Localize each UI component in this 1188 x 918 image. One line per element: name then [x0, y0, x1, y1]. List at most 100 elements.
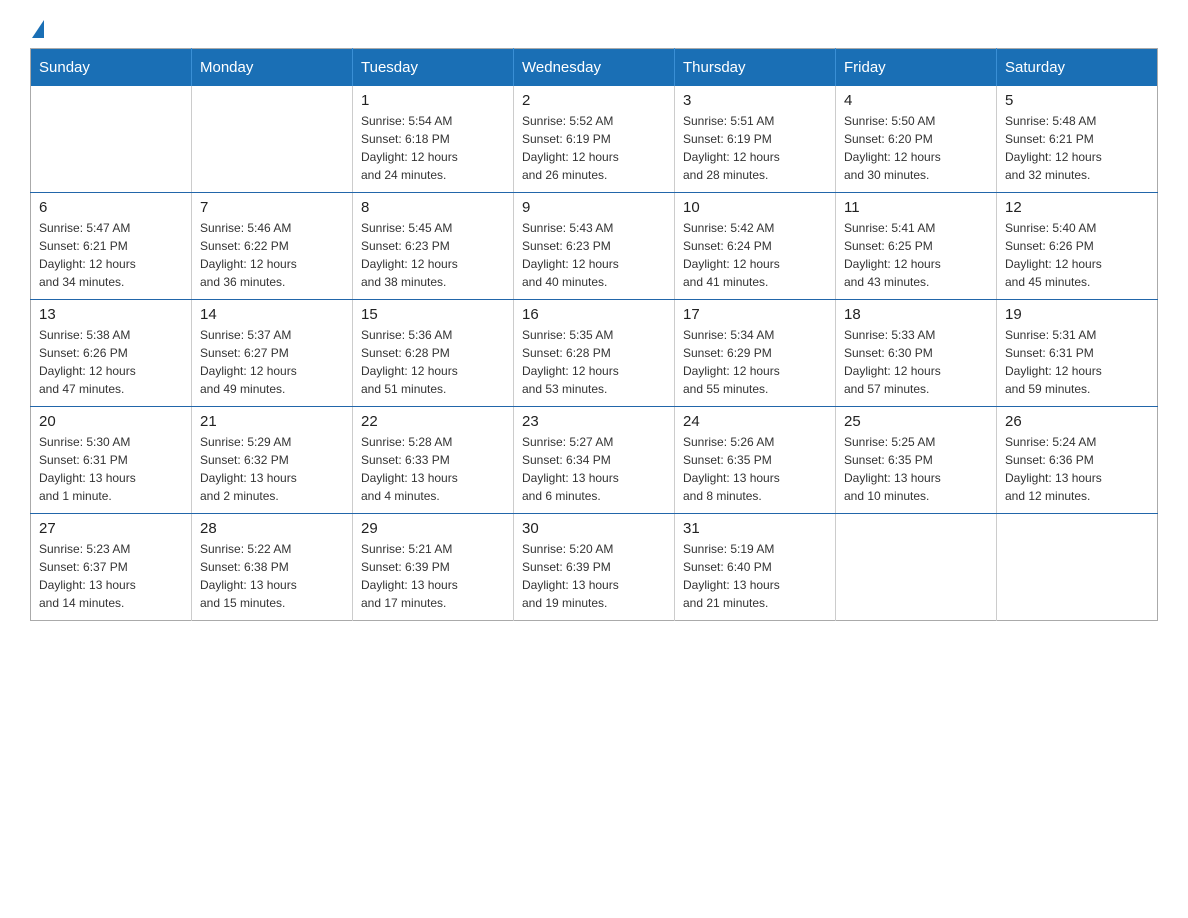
day-number: 22 [361, 413, 505, 430]
weekday-header-thursday: Thursday [675, 49, 836, 87]
day-number: 1 [361, 92, 505, 109]
calendar-cell: 6 Sunrise: 5:47 AM Sunset: 6:21 PM Daylig… [31, 193, 192, 300]
day-info: Sunrise: 5:38 AM Sunset: 6:26 PM Dayligh… [39, 326, 183, 398]
calendar-cell: 23Sunrise: 5:27 AM Sunset: 6:34 PM Dayli… [514, 407, 675, 514]
day-number: 21 [200, 413, 344, 430]
day-info: Sunrise: 5:47 AM Sunset: 6:21 PM Dayligh… [39, 219, 183, 291]
day-number: 20 [39, 413, 183, 430]
calendar-body: 1 Sunrise: 5:54 AM Sunset: 6:18 PM Daylig… [31, 86, 1158, 621]
day-number: 27 [39, 520, 183, 537]
day-number: 10 [683, 199, 827, 216]
day-info: Sunrise: 5:34 AM Sunset: 6:29 PM Dayligh… [683, 326, 827, 398]
logo-area [30, 20, 46, 38]
calendar-cell: 3 Sunrise: 5:51 AM Sunset: 6:19 PM Daylig… [675, 86, 836, 193]
day-number: 29 [361, 520, 505, 537]
calendar-cell: 10Sunrise: 5:42 AM Sunset: 6:24 PM Dayli… [675, 193, 836, 300]
day-number: 25 [844, 413, 988, 430]
day-number: 12 [1005, 199, 1149, 216]
calendar-cell: 8Sunrise: 5:45 AM Sunset: 6:23 PM Daylig… [353, 193, 514, 300]
day-number: 24 [683, 413, 827, 430]
calendar-cell: 16 Sunrise: 5:35 AM Sunset: 6:28 PM Dayli… [514, 300, 675, 407]
logo [30, 20, 46, 38]
day-number: 30 [522, 520, 666, 537]
calendar-cell: 18 Sunrise: 5:33 AM Sunset: 6:30 PM Dayli… [836, 300, 997, 407]
day-info: Sunrise: 5:54 AM Sunset: 6:18 PM Dayligh… [361, 112, 505, 184]
calendar-cell [192, 86, 353, 193]
calendar-cell: 19Sunrise: 5:31 AM Sunset: 6:31 PM Dayli… [997, 300, 1158, 407]
day-number: 31 [683, 520, 827, 537]
calendar-cell: 21 Sunrise: 5:29 AM Sunset: 6:32 PM Dayli… [192, 407, 353, 514]
page-header [30, 20, 1158, 38]
calendar-week-row: 1 Sunrise: 5:54 AM Sunset: 6:18 PM Daylig… [31, 86, 1158, 193]
calendar-cell: 7 Sunrise: 5:46 AM Sunset: 6:22 PM Daylig… [192, 193, 353, 300]
calendar-cell: 13 Sunrise: 5:38 AM Sunset: 6:26 PM Dayli… [31, 300, 192, 407]
day-info: Sunrise: 5:33 AM Sunset: 6:30 PM Dayligh… [844, 326, 988, 398]
calendar-cell: 9 Sunrise: 5:43 AM Sunset: 6:23 PM Daylig… [514, 193, 675, 300]
day-number: 14 [200, 306, 344, 323]
calendar-header: SundayMondayTuesdayWednesdayThursdayFrid… [31, 49, 1158, 87]
day-info: Sunrise: 5:22 AM Sunset: 6:38 PM Dayligh… [200, 540, 344, 612]
day-info: Sunrise: 5:50 AM Sunset: 6:20 PM Dayligh… [844, 112, 988, 184]
day-info: Sunrise: 5:48 AM Sunset: 6:21 PM Dayligh… [1005, 112, 1149, 184]
day-info: Sunrise: 5:46 AM Sunset: 6:22 PM Dayligh… [200, 219, 344, 291]
day-number: 4 [844, 92, 988, 109]
calendar-cell [836, 514, 997, 621]
day-info: Sunrise: 5:21 AM Sunset: 6:39 PM Dayligh… [361, 540, 505, 612]
day-number: 15 [361, 306, 505, 323]
day-info: Sunrise: 5:24 AM Sunset: 6:36 PM Dayligh… [1005, 433, 1149, 505]
day-number: 6 [39, 199, 183, 216]
calendar-cell: 29 Sunrise: 5:21 AM Sunset: 6:39 PM Dayli… [353, 514, 514, 621]
calendar-cell: 11Sunrise: 5:41 AM Sunset: 6:25 PM Dayli… [836, 193, 997, 300]
calendar-cell: 25Sunrise: 5:25 AM Sunset: 6:35 PM Dayli… [836, 407, 997, 514]
day-number: 28 [200, 520, 344, 537]
day-info: Sunrise: 5:35 AM Sunset: 6:28 PM Dayligh… [522, 326, 666, 398]
calendar-cell: 4 Sunrise: 5:50 AM Sunset: 6:20 PM Daylig… [836, 86, 997, 193]
weekday-header-friday: Friday [836, 49, 997, 87]
day-number: 8 [361, 199, 505, 216]
day-number: 3 [683, 92, 827, 109]
calendar-cell: 28 Sunrise: 5:22 AM Sunset: 6:38 PM Dayli… [192, 514, 353, 621]
day-number: 19 [1005, 306, 1149, 323]
day-info: Sunrise: 5:43 AM Sunset: 6:23 PM Dayligh… [522, 219, 666, 291]
day-number: 9 [522, 199, 666, 216]
day-number: 13 [39, 306, 183, 323]
weekday-header-saturday: Saturday [997, 49, 1158, 87]
calendar-cell: 27Sunrise: 5:23 AM Sunset: 6:37 PM Dayli… [31, 514, 192, 621]
weekday-header-sunday: Sunday [31, 49, 192, 87]
calendar-cell: 22 Sunrise: 5:28 AM Sunset: 6:33 PM Dayli… [353, 407, 514, 514]
calendar-cell: 1 Sunrise: 5:54 AM Sunset: 6:18 PM Daylig… [353, 86, 514, 193]
day-number: 2 [522, 92, 666, 109]
day-info: Sunrise: 5:51 AM Sunset: 6:19 PM Dayligh… [683, 112, 827, 184]
calendar-cell: 15 Sunrise: 5:36 AM Sunset: 6:28 PM Dayli… [353, 300, 514, 407]
day-number: 17 [683, 306, 827, 323]
day-info: Sunrise: 5:28 AM Sunset: 6:33 PM Dayligh… [361, 433, 505, 505]
day-number: 16 [522, 306, 666, 323]
weekday-header-wednesday: Wednesday [514, 49, 675, 87]
weekday-header-tuesday: Tuesday [353, 49, 514, 87]
calendar-cell: 26 Sunrise: 5:24 AM Sunset: 6:36 PM Dayli… [997, 407, 1158, 514]
calendar-cell [31, 86, 192, 193]
calendar-cell: 24Sunrise: 5:26 AM Sunset: 6:35 PM Dayli… [675, 407, 836, 514]
day-info: Sunrise: 5:36 AM Sunset: 6:28 PM Dayligh… [361, 326, 505, 398]
day-info: Sunrise: 5:20 AM Sunset: 6:39 PM Dayligh… [522, 540, 666, 612]
day-number: 26 [1005, 413, 1149, 430]
calendar-cell: 20 Sunrise: 5:30 AM Sunset: 6:31 PM Dayli… [31, 407, 192, 514]
day-info: Sunrise: 5:30 AM Sunset: 6:31 PM Dayligh… [39, 433, 183, 505]
day-number: 23 [522, 413, 666, 430]
calendar-cell: 12 Sunrise: 5:40 AM Sunset: 6:26 PM Dayli… [997, 193, 1158, 300]
day-number: 5 [1005, 92, 1149, 109]
day-info: Sunrise: 5:29 AM Sunset: 6:32 PM Dayligh… [200, 433, 344, 505]
weekday-header-monday: Monday [192, 49, 353, 87]
day-number: 18 [844, 306, 988, 323]
calendar-cell: 5 Sunrise: 5:48 AM Sunset: 6:21 PM Daylig… [997, 86, 1158, 193]
calendar-cell: 2 Sunrise: 5:52 AM Sunset: 6:19 PM Daylig… [514, 86, 675, 193]
day-info: Sunrise: 5:40 AM Sunset: 6:26 PM Dayligh… [1005, 219, 1149, 291]
day-number: 7 [200, 199, 344, 216]
calendar-week-row: 20 Sunrise: 5:30 AM Sunset: 6:31 PM Dayli… [31, 407, 1158, 514]
day-info: Sunrise: 5:37 AM Sunset: 6:27 PM Dayligh… [200, 326, 344, 398]
calendar-cell: 14 Sunrise: 5:37 AM Sunset: 6:27 PM Dayli… [192, 300, 353, 407]
day-info: Sunrise: 5:52 AM Sunset: 6:19 PM Dayligh… [522, 112, 666, 184]
logo-triangle-icon [32, 20, 44, 38]
calendar-cell: 17 Sunrise: 5:34 AM Sunset: 6:29 PM Dayli… [675, 300, 836, 407]
calendar-week-row: 27Sunrise: 5:23 AM Sunset: 6:37 PM Dayli… [31, 514, 1158, 621]
